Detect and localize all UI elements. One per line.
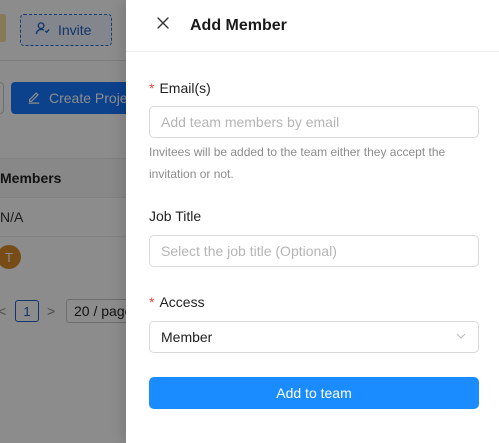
email-label-text: Email(s): [159, 80, 211, 96]
job-title-field[interactable]: [149, 235, 479, 267]
access-select[interactable]: Member: [149, 321, 479, 353]
job-title-label: Job Title: [149, 208, 478, 224]
add-member-form: * Email(s) Invitees will be added to the…: [126, 80, 499, 409]
email-help-text: Invitees will be added to the team eithe…: [149, 145, 446, 181]
required-mark: *: [149, 80, 155, 96]
email-label: * Email(s): [149, 80, 478, 96]
close-button[interactable]: [155, 16, 171, 35]
add-to-team-button[interactable]: Add to team: [149, 377, 479, 409]
email-field[interactable]: [149, 106, 479, 138]
required-mark: *: [149, 294, 155, 310]
chevron-down-icon: [455, 329, 467, 345]
access-label: * Access: [149, 294, 478, 310]
add-member-drawer: Add Member * Email(s) Invitees will be a…: [126, 0, 499, 443]
access-label-text: Access: [159, 294, 205, 310]
drawer-title: Add Member: [190, 16, 287, 34]
close-icon: [156, 16, 170, 35]
job-title-label-text: Job Title: [149, 208, 202, 224]
access-select-value: Member: [161, 329, 213, 345]
drawer-header: Add Member: [126, 0, 499, 52]
